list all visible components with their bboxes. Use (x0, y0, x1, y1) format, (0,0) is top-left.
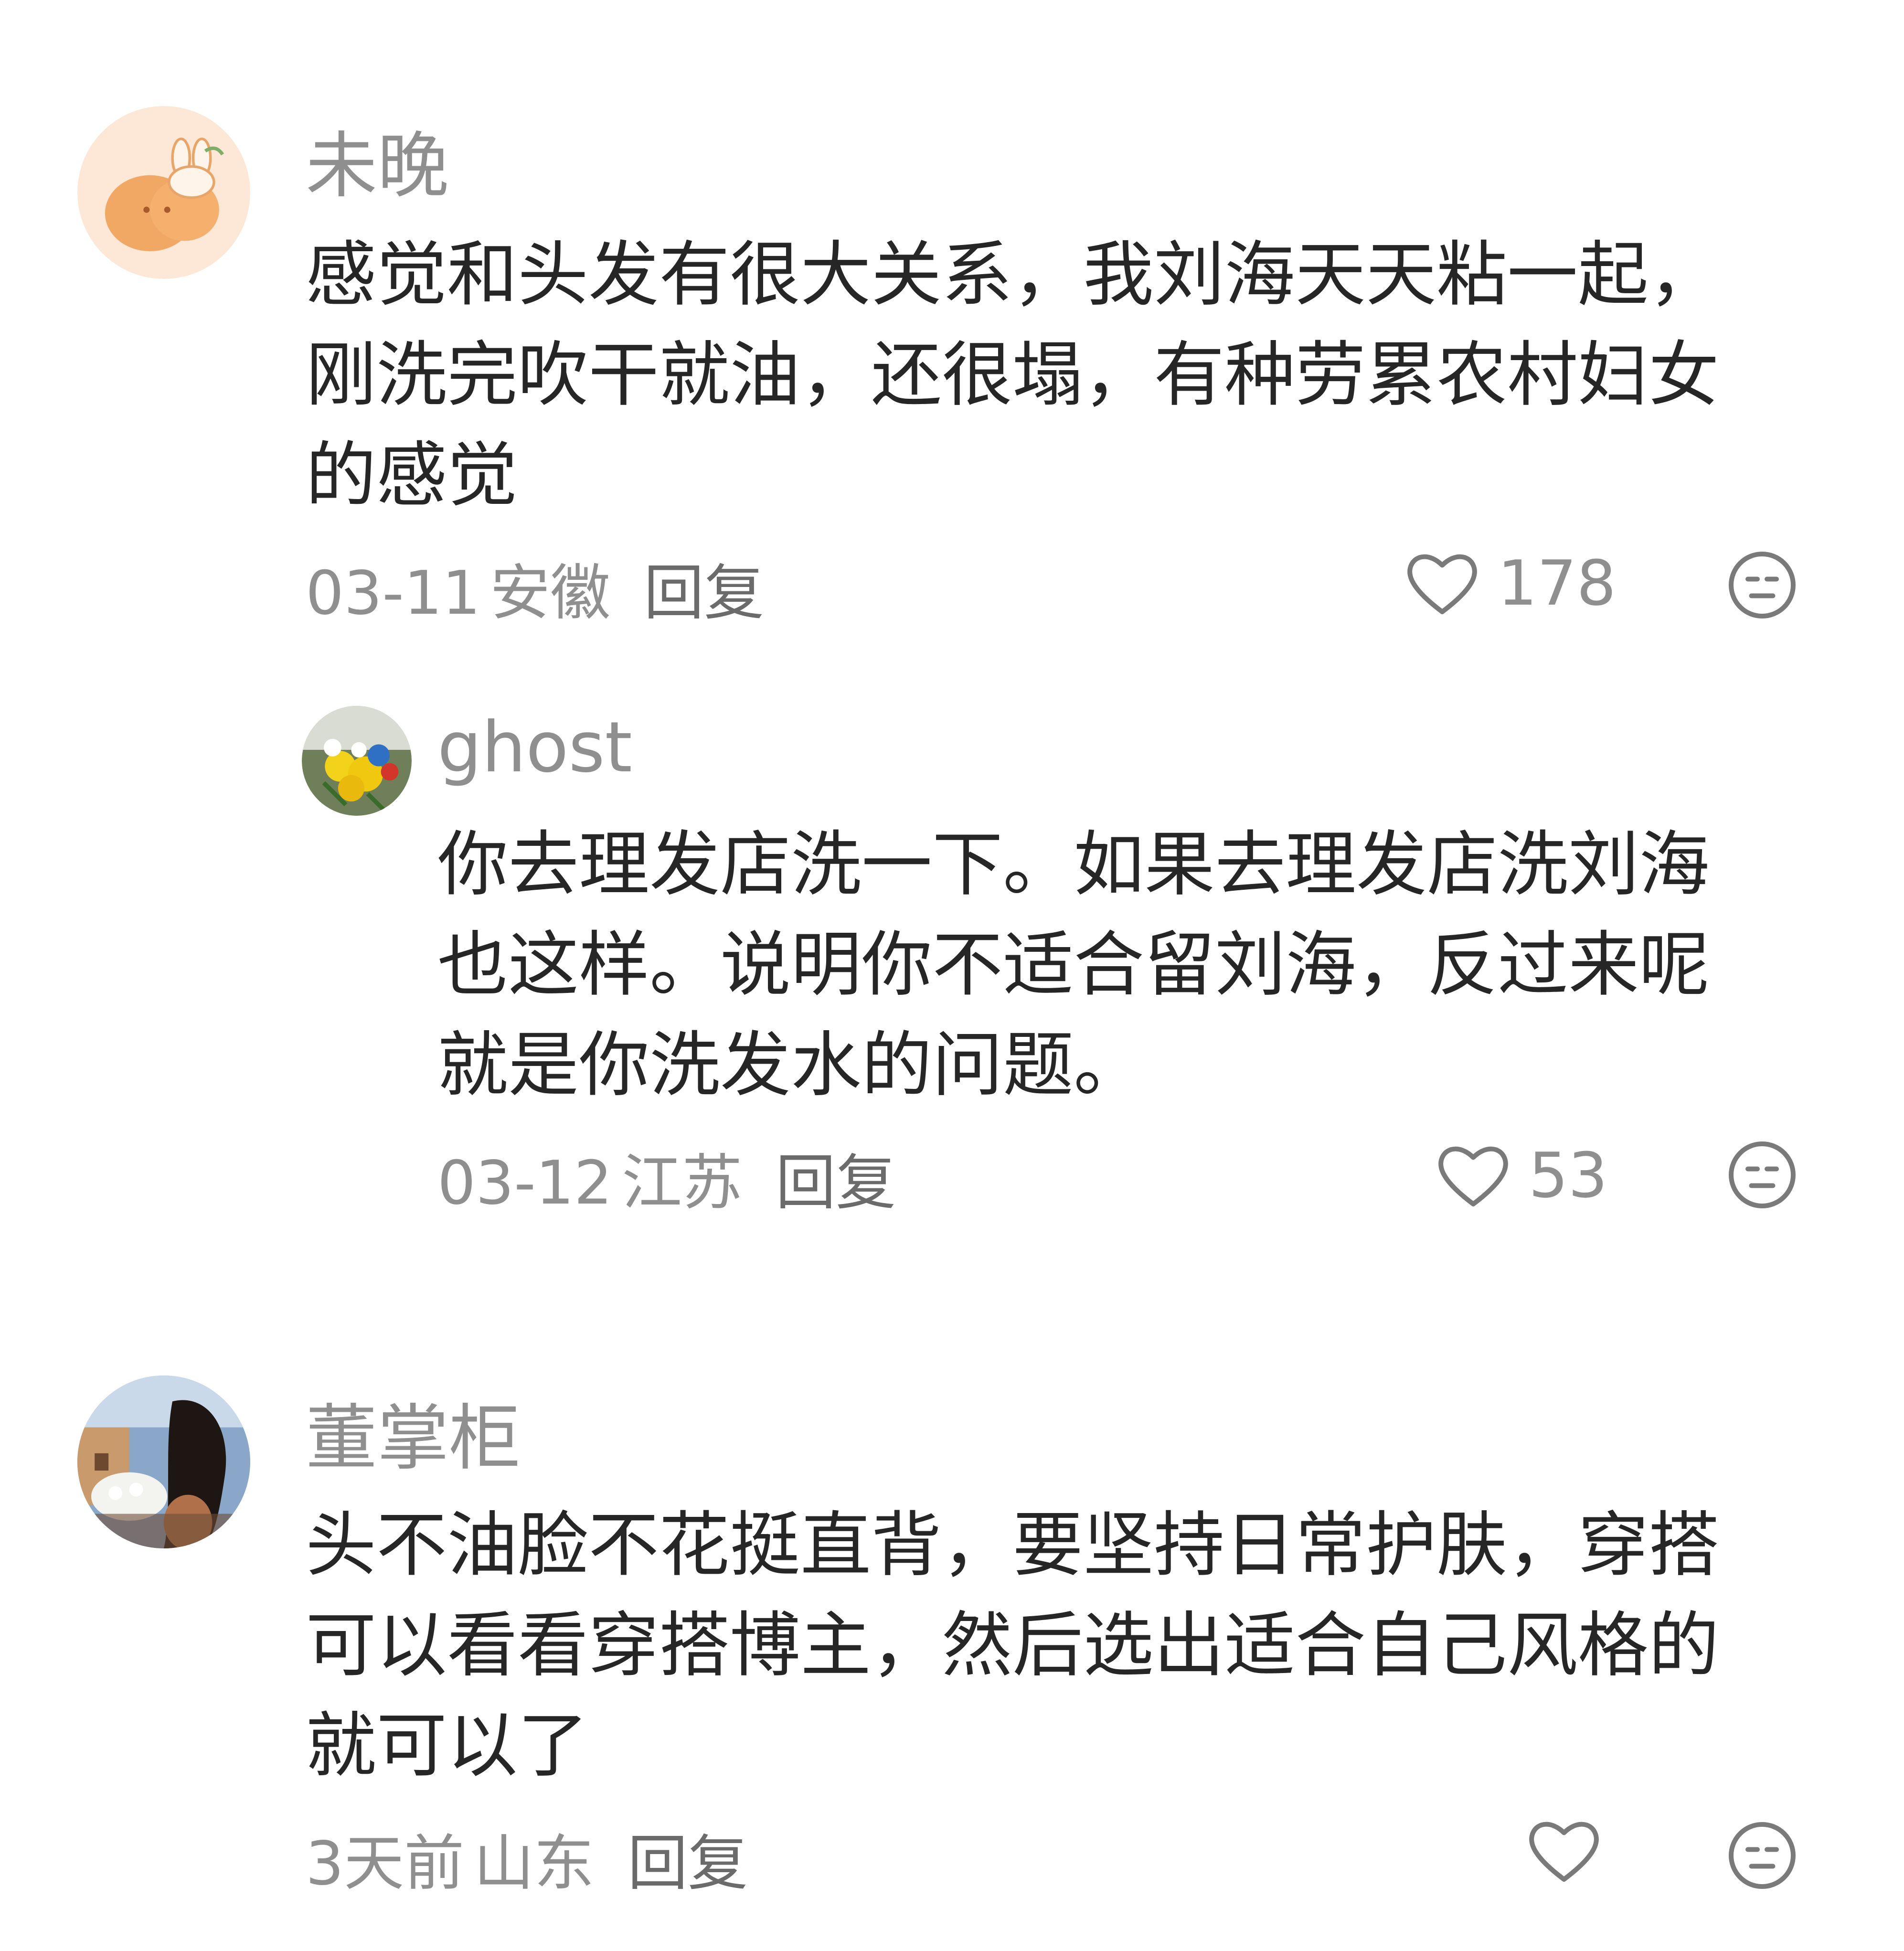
heart-outline-icon (1407, 554, 1477, 614)
comment-text: 感觉和头发有很大关系，我刘海天天粘一起， 刚洗完吹干就油，还很塌，有种劳累农村妇… (306, 224, 1719, 525)
dislike-button[interactable] (1726, 1820, 1798, 1891)
comment-location: 江苏 (622, 1148, 743, 1218)
comment-text-line: 的感觉 (306, 434, 518, 516)
heart-outline-icon (1438, 1146, 1508, 1206)
like-button[interactable]: 178 (1404, 547, 1616, 619)
like-button[interactable] (1526, 1817, 1602, 1884)
comment-thread: 未晚 感觉和头发有很大关系，我刘海天天粘一起， 刚洗完吹干就油，还很塌，有种劳累… (0, 0, 1904, 1951)
comment-text-line: 可以看看穿搭博主，然后选出适合自己风格的 (306, 1604, 1719, 1686)
meh-face-icon (1729, 1822, 1796, 1889)
comment-text-line: 你去理发店洗一下。如果去理发店洗刘海 (437, 823, 1710, 906)
username[interactable]: ghost (437, 707, 632, 788)
comment-text-line: 就可以了 (306, 1705, 588, 1787)
comment-meta: 03-12 江苏 回复 (437, 1134, 896, 1221)
flower-bouquet-avatar-icon (302, 706, 412, 816)
comment-text-line: 感觉和头发有很大关系，我刘海天天粘一起， (306, 234, 1719, 316)
comment-date: 03-12 (437, 1148, 613, 1218)
reply-button[interactable]: 回复 (776, 1148, 896, 1218)
reply-button[interactable]: 回复 (644, 558, 764, 628)
heart-outline-icon (1529, 1822, 1599, 1882)
comment-text-line: 也这样。说明你不适合留刘海，反过来呢 (437, 924, 1710, 1006)
avatar[interactable] (77, 106, 250, 279)
comment-text-line: 刚洗完吹干就油，还很塌，有种劳累农村妇女 (306, 334, 1719, 416)
comment-text: 头不油脸不花挺直背，要坚持日常护肤，穿搭 可以看看穿搭博主，然后选出适合自己风格… (306, 1495, 1719, 1796)
comment-meta: 03-11 安徽 回复 (306, 544, 764, 631)
meh-face-icon (1729, 552, 1796, 618)
comment-date: 3天前 (306, 1828, 465, 1898)
comment-text-line: 头不油脸不花挺直背，要坚持日常护肤，穿搭 (306, 1504, 1719, 1586)
username[interactable]: 未晚 (306, 108, 449, 212)
comment-location: 安徽 (490, 558, 611, 628)
comment-text-line: 就是你洗发水的问题。 (437, 1024, 1144, 1106)
dislike-button[interactable] (1726, 549, 1798, 621)
woman-city-street-avatar-icon (77, 1375, 250, 1548)
username[interactable]: 董掌柜 (306, 1380, 521, 1484)
avatar[interactable] (77, 1375, 250, 1548)
comment-text: 你去理发店洗一下。如果去理发店洗刘海 也这样。说明你不适合留刘海，反过来呢 就是… (437, 814, 1710, 1115)
like-count: 178 (1498, 547, 1617, 619)
dislike-button[interactable] (1726, 1139, 1798, 1211)
cartoon-bunny-avatar-icon (77, 106, 250, 279)
like-count: 53 (1529, 1139, 1608, 1212)
meh-face-icon (1729, 1141, 1796, 1208)
comment-location: 山东 (474, 1828, 595, 1898)
like-button[interactable]: 53 (1435, 1139, 1607, 1212)
reply-button[interactable]: 回复 (628, 1828, 748, 1898)
comment-date: 03-11 (306, 558, 481, 628)
avatar[interactable] (302, 706, 412, 816)
comment-meta: 3天前 山东 回复 (306, 1815, 748, 1902)
